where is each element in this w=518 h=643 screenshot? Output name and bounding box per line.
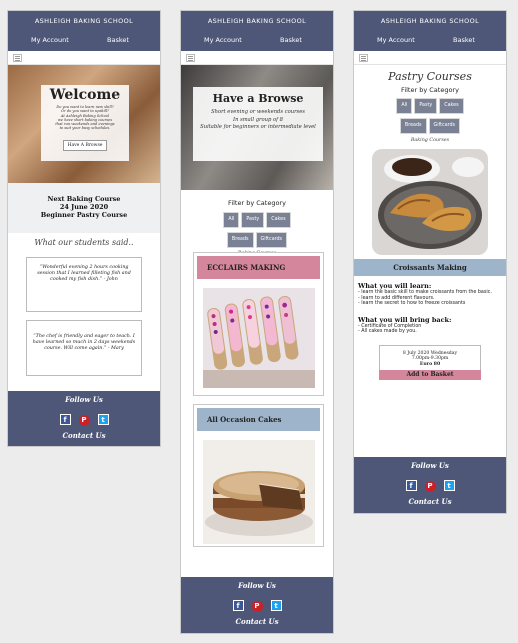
course-card-title[interactable]: ECCLAIRS MAKING: [197, 256, 320, 279]
croissant-image: [372, 149, 488, 255]
learn-item: - learn the basic skill to make croissan…: [358, 290, 492, 295]
browse-box: Have a Browse Short evening or weekends …: [193, 87, 323, 161]
chip-all[interactable]: All: [396, 98, 413, 114]
hero-line: In small group of 8: [233, 116, 283, 123]
chip-breads[interactable]: Breads: [399, 118, 427, 134]
site-title[interactable]: ASHLEIGH BAKING SCHOOL: [8, 11, 160, 25]
hero-banner: Welcome Do you want to learn new skill? …: [8, 65, 160, 183]
have-a-browse-button[interactable]: Have A Browse: [62, 139, 108, 151]
facebook-icon[interactable]: f: [405, 480, 417, 491]
course-card-cakes[interactable]: All Occasion Cakes: [193, 404, 324, 547]
testimonial-card: “The chef is friendly and eager to teach…: [26, 320, 142, 376]
browse-screen: ASHLEIGH BAKING SCHOOL My Account Basket…: [180, 10, 334, 634]
twitter-icon[interactable]: t: [97, 414, 109, 425]
hero-banner: Have a Browse Short evening or weekends …: [181, 65, 333, 190]
site-header: ASHLEIGH BAKING SCHOOL My Account Basket: [354, 11, 506, 51]
testimonials-heading: What our students said..: [34, 238, 134, 247]
hero-title: Have a Browse: [212, 92, 304, 105]
basket-link[interactable]: Basket: [453, 36, 475, 44]
course-price: Euro 80: [419, 361, 441, 367]
follow-us-label: Follow Us: [65, 395, 103, 404]
filter-label: Filter by Category: [228, 199, 286, 207]
course-card-title[interactable]: All Occasion Cakes: [197, 408, 320, 431]
category-chips: All Pasty Cakes Breads Giftcards: [354, 95, 506, 135]
chip-giftcards[interactable]: Giftcards: [255, 232, 288, 248]
site-header: ASHLEIGH BAKING SCHOOL My Account Basket: [8, 11, 160, 51]
learn-heading: What you will learn:: [358, 282, 432, 290]
my-account-link[interactable]: My Account: [204, 36, 242, 44]
site-footer: Follow Us fPt Contact Us: [181, 577, 333, 633]
my-account-link[interactable]: My Account: [31, 36, 69, 44]
course-name-bar: Croissants Making: [354, 259, 506, 276]
booking-box: 8 July 2020 Wednesday 7.00pm-9.30pm Euro…: [379, 344, 481, 380]
bring-heading: What you will bring back:: [358, 315, 452, 324]
chip-giftcards[interactable]: Giftcards: [428, 118, 461, 134]
facebook-icon[interactable]: f: [232, 600, 244, 611]
hamburger-menu-icon[interactable]: [186, 54, 195, 62]
facebook-icon[interactable]: f: [59, 414, 71, 425]
welcome-box: Welcome Do you want to learn new skill? …: [41, 85, 129, 161]
follow-us-label: Follow Us: [238, 581, 276, 590]
learn-item: - learn the secret to how to freeze croi…: [358, 301, 466, 307]
filter-label: Filter by Category: [401, 86, 459, 94]
course-card-eclairs[interactable]: ECCLAIRS MAKING: [193, 252, 324, 396]
follow-us-label: Follow Us: [411, 461, 449, 470]
pinterest-icon[interactable]: P: [251, 601, 263, 612]
cake-image: [202, 440, 315, 548]
site-footer: Follow Us fPt Contact Us: [354, 457, 506, 513]
basket-link[interactable]: Basket: [107, 36, 129, 44]
basket-link[interactable]: Basket: [280, 36, 302, 44]
hero-line: Suitable for beginners or intermediate l…: [200, 124, 316, 130]
add-to-basket-button[interactable]: Add to Basket: [379, 370, 481, 380]
contact-us-link[interactable]: Contact Us: [8, 431, 160, 440]
chip-cakes[interactable]: Cakes: [439, 98, 464, 114]
hero-title: Welcome: [49, 87, 121, 103]
pastry-courses-screen: ASHLEIGH BAKING SCHOOL My Account Basket…: [353, 10, 507, 514]
site-title[interactable]: ASHLEIGH BAKING SCHOOL: [354, 11, 506, 25]
hero-line: Short evening or weekends courses: [211, 109, 305, 115]
course-details: What you will learn: - learn the basic s…: [354, 276, 506, 335]
next-course-name[interactable]: Beginner Pastry Course: [8, 211, 160, 219]
page-title: Pastry Courses: [388, 70, 472, 83]
chip-breads[interactable]: Breads: [226, 232, 254, 248]
next-course-date: 24 June 2020: [59, 203, 109, 211]
testimonial-card: “Wonderful evening 2 hours cooking sessi…: [26, 257, 142, 312]
site-title[interactable]: ASHLEIGH BAKING SCHOOL: [181, 11, 333, 25]
hamburger-menu-icon[interactable]: [13, 54, 22, 62]
my-account-link[interactable]: My Account: [377, 36, 415, 44]
chip-pasty[interactable]: Pasty: [241, 212, 265, 228]
contact-us-link[interactable]: Contact Us: [181, 617, 333, 626]
eclairs-image: [202, 288, 315, 392]
home-screen: ASHLEIGH BAKING SCHOOL My Account Basket…: [7, 10, 161, 447]
category-chips: All Pasty Cakes Breads Giftcards: [181, 209, 333, 249]
bring-item: - All cakes made by you.: [358, 329, 417, 335]
pinterest-icon[interactable]: P: [78, 415, 90, 426]
chip-pasty[interactable]: Pasty: [414, 98, 438, 114]
menu-bar: [8, 51, 160, 65]
chip-cakes[interactable]: Cakes: [266, 212, 291, 228]
hero-text-line: to suit your busy schedules.: [59, 126, 111, 131]
pinterest-icon[interactable]: P: [424, 481, 436, 492]
site-footer: Follow Us fPt Contact Us: [8, 391, 160, 446]
hamburger-menu-icon[interactable]: [359, 54, 368, 62]
contact-us-link[interactable]: Contact Us: [354, 497, 506, 506]
twitter-icon[interactable]: t: [270, 600, 282, 611]
category-label: Baking Courses: [410, 138, 450, 143]
menu-bar: [354, 51, 506, 65]
next-course-label: Next Baking Course: [47, 195, 121, 203]
menu-bar: [181, 51, 333, 65]
chip-all[interactable]: All: [223, 212, 240, 228]
site-header: ASHLEIGH BAKING SCHOOL My Account Basket: [181, 11, 333, 51]
next-course-block: Next Baking Course 24 June 2020 Beginner…: [8, 183, 160, 233]
twitter-icon[interactable]: t: [443, 480, 455, 491]
